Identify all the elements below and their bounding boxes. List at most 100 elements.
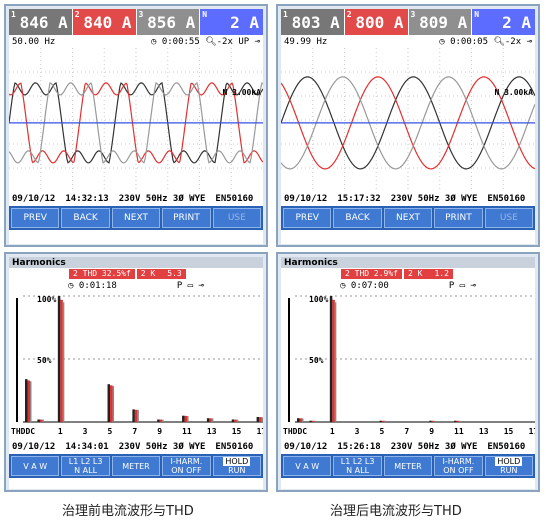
harmonic-bar-l1 [329,296,333,422]
harmonics-plot: 100%50%THDDC1357911131517 [281,292,538,440]
harmonics-chart: 100%50%THDDC1357911131517 [283,295,538,436]
hold-run-button[interactable]: HOLD RUN [212,456,262,476]
harmonic-tick-label: THDDC [11,427,35,436]
harmonic-tick-label: 15 [504,427,514,436]
screen-title: Harmonics [9,257,263,268]
softkey-bar: PREV BACK NEXT PRINT USE [9,206,263,230]
vaw-button[interactable]: V A W [11,456,60,476]
harmonic-bar-l3 [42,419,44,422]
clock-icon: ◷ [439,36,445,47]
harmonic-bar-l3 [137,410,139,422]
harmonic-bar-l2 [60,299,63,422]
reading-l3: 3 809 A [408,9,473,35]
next-button[interactable]: NEXT [383,208,433,228]
harmonic-bar-l2 [110,385,113,422]
harmonic-tick-label: 7 [404,427,409,436]
harmonic-bar-l3 [236,419,239,422]
harmonic-tick-label: 11 [182,427,192,436]
clock-icon: ◷ [68,280,74,291]
zoom: -2x [216,36,233,47]
clock-icon: ◷ [150,36,157,47]
harmonic-tick-label: 1 [330,427,335,436]
harmonic-bar-l1 [429,420,432,422]
harmonic-bar-l1 [182,415,185,422]
pct-100-label: 100% [37,295,56,304]
back-button[interactable]: BACK [333,208,382,228]
iharm-button[interactable]: I-HARM. ON OFF [434,456,483,476]
harmonic-bar-l3 [187,416,189,422]
scope-info-bar: 49.99 Hz ◷ 0:00:05 🔍︎-2x ⊸ [281,35,535,48]
harmonic-bar-l3 [112,386,115,422]
harmonic-tick-label: THDDC [283,427,307,436]
phase-button[interactable]: L1 L2 L3 N ALL [61,456,110,476]
use-button[interactable]: USE [212,208,262,228]
harmonic-bar-l3 [314,420,316,422]
harmonic-bar-l3 [434,420,436,422]
harmonic-tick-label: 9 [157,427,162,436]
scope-panel-before: 1 846 A 2 840 A 3 856 A N2 A 50.00 Hz ◷ 0:0… [4,4,268,247]
plug-icon: ⊸ [254,36,260,47]
vaw-button[interactable]: V A W [283,456,332,476]
print-button[interactable]: PRINT [434,208,483,228]
harmonic-tick-label: 9 [429,427,434,436]
harmonic-bar-l1 [37,419,40,422]
waveform-chart [8,48,264,192]
harmonic-tick-label: 5 [380,427,385,436]
harmonic-bar-l2 [299,418,302,422]
thd-row: 2 THD 2.9%f 2 K 1.2 [281,268,535,279]
harm-info-bar: ◷ 0:07:00 P ▭ ⊸ [281,279,535,292]
harmonic-bar-l2 [39,419,43,422]
reading-l3: 3 856 A [136,9,201,35]
prev-button[interactable]: PREV [11,208,60,228]
current-readings: 1 803 A 2 800 A 3 809 A N2 A [281,9,535,35]
waveform-plot: N 3.00kA [280,48,536,192]
harmonic-bar-l1 [231,419,235,422]
harmonic-bar-l2 [332,299,335,422]
harmonic-bar-l3 [334,302,337,422]
harmonic-tick-label: 13 [207,427,217,436]
harmonic-bar-l2 [159,419,163,422]
harmonic-bar-l2 [311,420,315,422]
hold-run-button[interactable]: HOLD RUN [484,456,534,476]
harmonic-bar-l1 [132,409,135,422]
harmonic-tick-label: 3 [355,427,360,436]
harmonic-bar-l2 [134,409,138,422]
status-bar: 09/10/12 14:34:01 230V 50Hz 3Ø WYE EN50160 [9,440,263,454]
harmonic-bar-l2 [259,417,262,422]
harmonics-plot: 100%50%THDDC1357911131517 [9,292,266,440]
harmonic-bar-l1 [25,379,28,422]
use-button[interactable]: USE [484,208,534,228]
harmonic-bar-l2 [27,380,30,422]
pct-50-label: 50% [309,356,324,365]
print-button[interactable]: PRINT [162,208,211,228]
harmonic-bar-l1 [206,418,210,422]
frequency: 50.00 Hz [12,36,56,47]
harm-info-bar: ◷ 0:01:18 P ▭ ⊸ [9,279,263,292]
harmonic-bar-l3 [211,418,214,422]
harmonic-bar-l3 [384,420,387,422]
caption-before: 治理前电流波形与THD [62,504,194,519]
harmonic-tick-label: 3 [83,427,88,436]
harmonic-bar-l1 [454,420,457,422]
harmonic-bar-l1 [297,418,300,422]
harmonic-bar-l2 [184,415,188,422]
meter-button[interactable]: METER [111,456,161,476]
harmonic-bar-l2 [234,419,237,422]
harmonic-bar-l2 [456,420,460,422]
prev-button[interactable]: PREV [283,208,332,228]
harmonic-tick-label: 5 [108,427,113,436]
harmonic-bar-l1 [309,420,312,422]
scale-label: N 3.00kA [494,88,533,97]
harmonic-tick-label: 15 [232,427,242,436]
phase-button[interactable]: L1 L2 L3 N ALL [333,456,382,476]
back-button[interactable]: BACK [61,208,110,228]
harmonic-bar-l1 [57,296,61,422]
harmonic-tick-label: 7 [132,427,137,436]
harmonic-bar-l3 [261,417,264,422]
harmonic-bar-l1 [379,420,383,422]
next-button[interactable]: NEXT [111,208,161,228]
iharm-button[interactable]: I-HARM. ON OFF [162,456,211,476]
waveform-plot: N 3.00kA [8,48,264,192]
meter-button[interactable]: METER [383,456,433,476]
k-factor: 2 K 1.2 [403,268,453,279]
